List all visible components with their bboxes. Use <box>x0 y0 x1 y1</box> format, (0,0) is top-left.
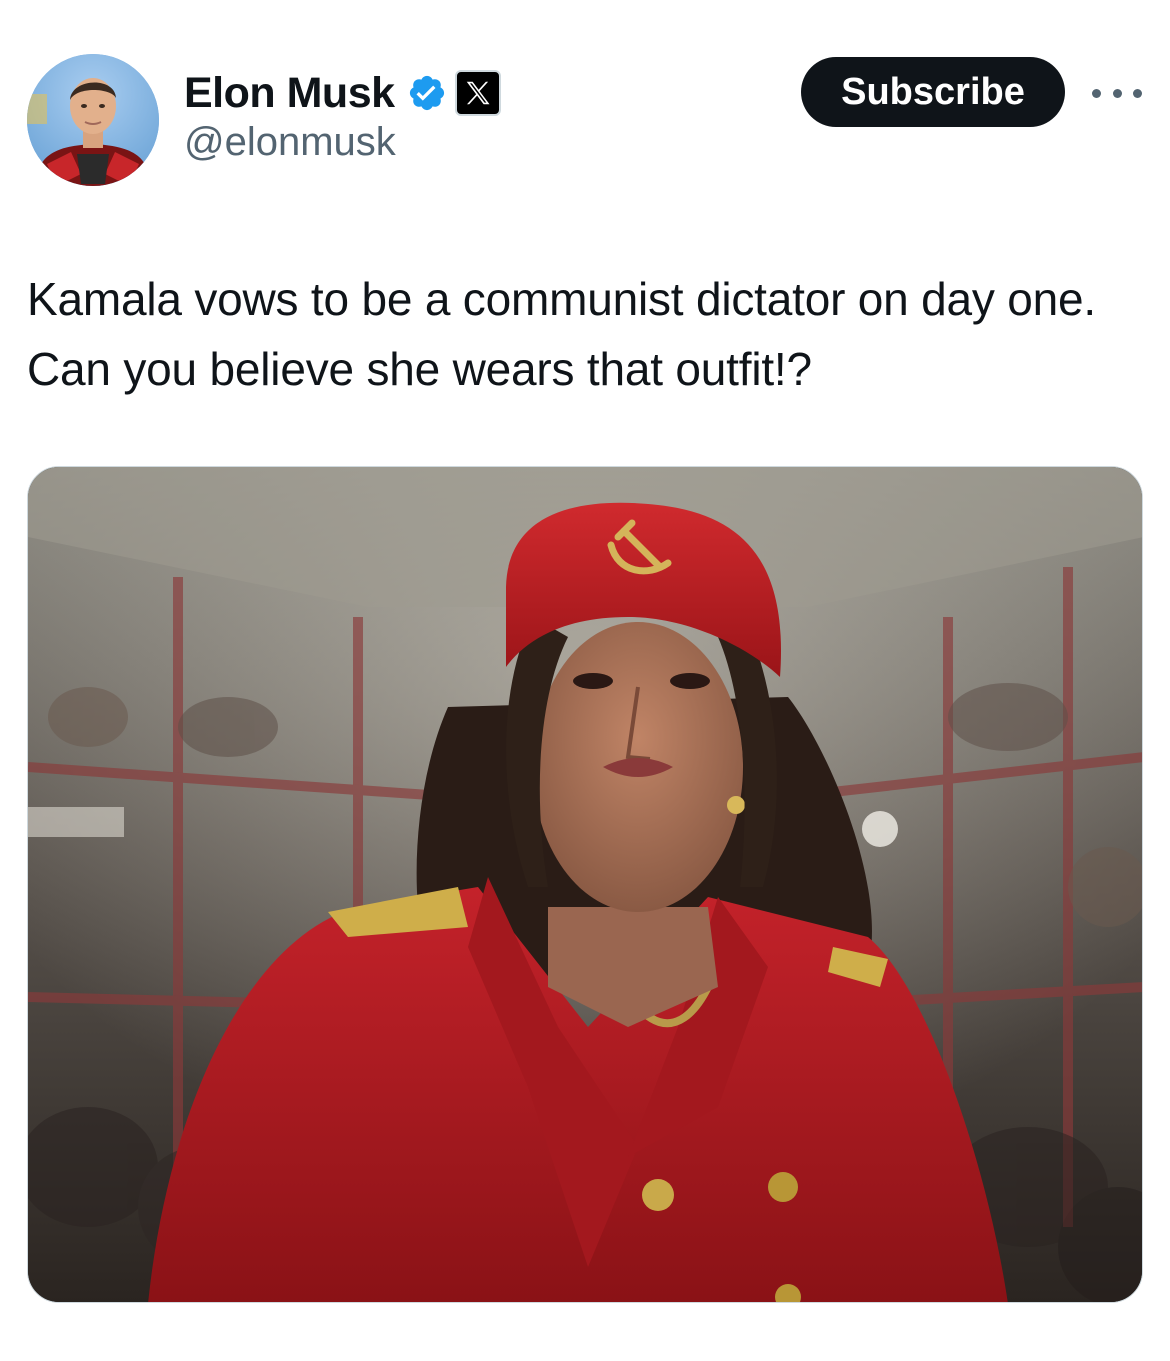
author-name-row: Elon Musk <box>184 66 501 120</box>
verified-badge-icon[interactable] <box>407 73 447 113</box>
author-avatar[interactable] <box>27 54 159 186</box>
avatar-image <box>27 54 159 186</box>
tweet-media-image[interactable] <box>27 466 1143 1303</box>
tweet-text: Kamala vows to be a communist dictator o… <box>27 273 1097 395</box>
media-illustration <box>28 467 1142 1302</box>
x-logo-icon[interactable] <box>454 70 501 116</box>
more-dot <box>1092 88 1101 98</box>
subscribe-button[interactable]: Subscribe <box>801 57 1065 127</box>
more-dot <box>1112 88 1122 98</box>
author-handle[interactable]: @elonmusk <box>184 120 396 165</box>
author-display-name[interactable]: Elon Musk <box>184 69 395 118</box>
more-horizontal-icon[interactable] <box>1092 78 1142 108</box>
more-dot <box>1133 88 1142 98</box>
